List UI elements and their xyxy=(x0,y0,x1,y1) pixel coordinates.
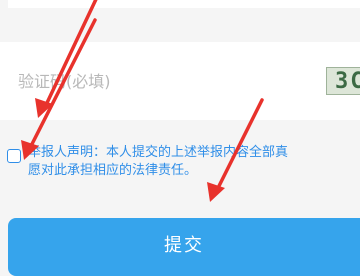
reporter-statement: 举报人声明：本人提交的上述举报内容全部真 愿对此承担相应的法律责任。 xyxy=(0,140,360,190)
previous-field-edge xyxy=(8,0,360,8)
captcha-image[interactable]: 3C xyxy=(326,67,360,95)
statement-text: 举报人声明：本人提交的上述举报内容全部真 愿对此承担相应的法律责任。 xyxy=(28,145,289,178)
captcha-row: 3C xyxy=(0,42,360,120)
captcha-input[interactable] xyxy=(18,69,298,93)
statement-checkbox[interactable] xyxy=(7,149,21,163)
submit-button[interactable]: 提交 xyxy=(8,218,360,276)
